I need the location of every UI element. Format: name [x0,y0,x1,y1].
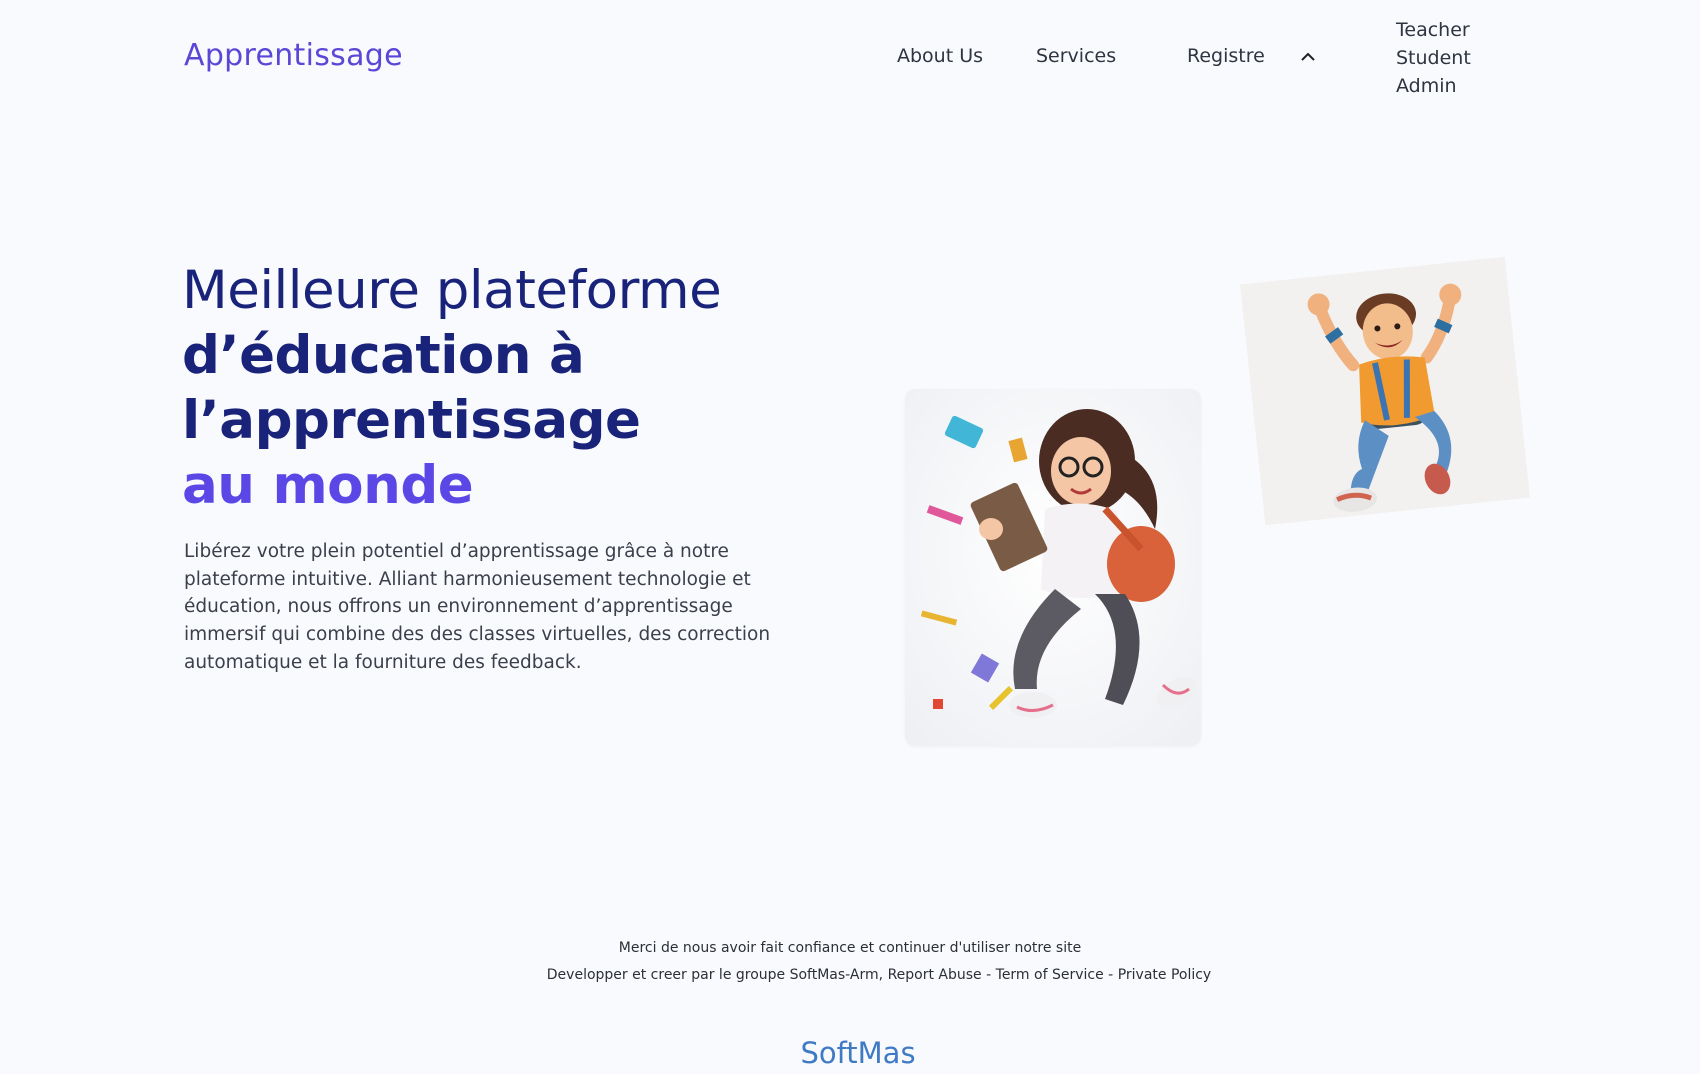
site-logo[interactable]: Apprentissage [184,38,403,73]
student-girl-image [905,389,1201,746]
footer-separator: - [1108,967,1114,983]
dropdown-item-student[interactable]: Student [1396,44,1471,72]
hero-description: Libérez votre plein potentiel d’apprenti… [184,541,771,673]
registre-dropdown-menu: Teacher Student Admin [1396,16,1471,100]
hero-title-line-3: l’apprentissage [182,390,641,451]
chevron-up-icon[interactable] [1300,50,1316,64]
dropdown-item-teacher[interactable]: Teacher [1396,16,1471,44]
hero-title-line-2: d’éducation à [182,325,585,386]
student-boy-image [1240,256,1530,526]
nav-services[interactable]: Services [1036,45,1116,67]
footer-thanks: Merci de nous avoir fait confiance et co… [618,940,1082,956]
report-abuse-link[interactable]: Report Abuse [888,967,982,983]
term-of-service-link[interactable]: Term of Service [996,967,1104,983]
footer-separator: - [986,967,992,983]
nav-registre[interactable]: Registre [1187,45,1265,67]
nav-about-us[interactable]: About Us [897,45,983,67]
dropdown-item-admin[interactable]: Admin [1396,72,1471,100]
footer-credits-row: Developper et creer par le groupe SoftMa… [29,967,1700,983]
private-policy-link[interactable]: Private Policy [1118,967,1212,983]
hero-title-line-1: Meilleure plateforme [182,260,722,321]
hero-title-line-4: au monde [182,455,474,516]
footer-brand: SoftMas [800,1036,916,1070]
footer-credits: Developper et creer par le groupe SoftMa… [546,967,884,983]
hero-title: Meilleure plateforme d’éducation à l’app… [182,258,722,518]
